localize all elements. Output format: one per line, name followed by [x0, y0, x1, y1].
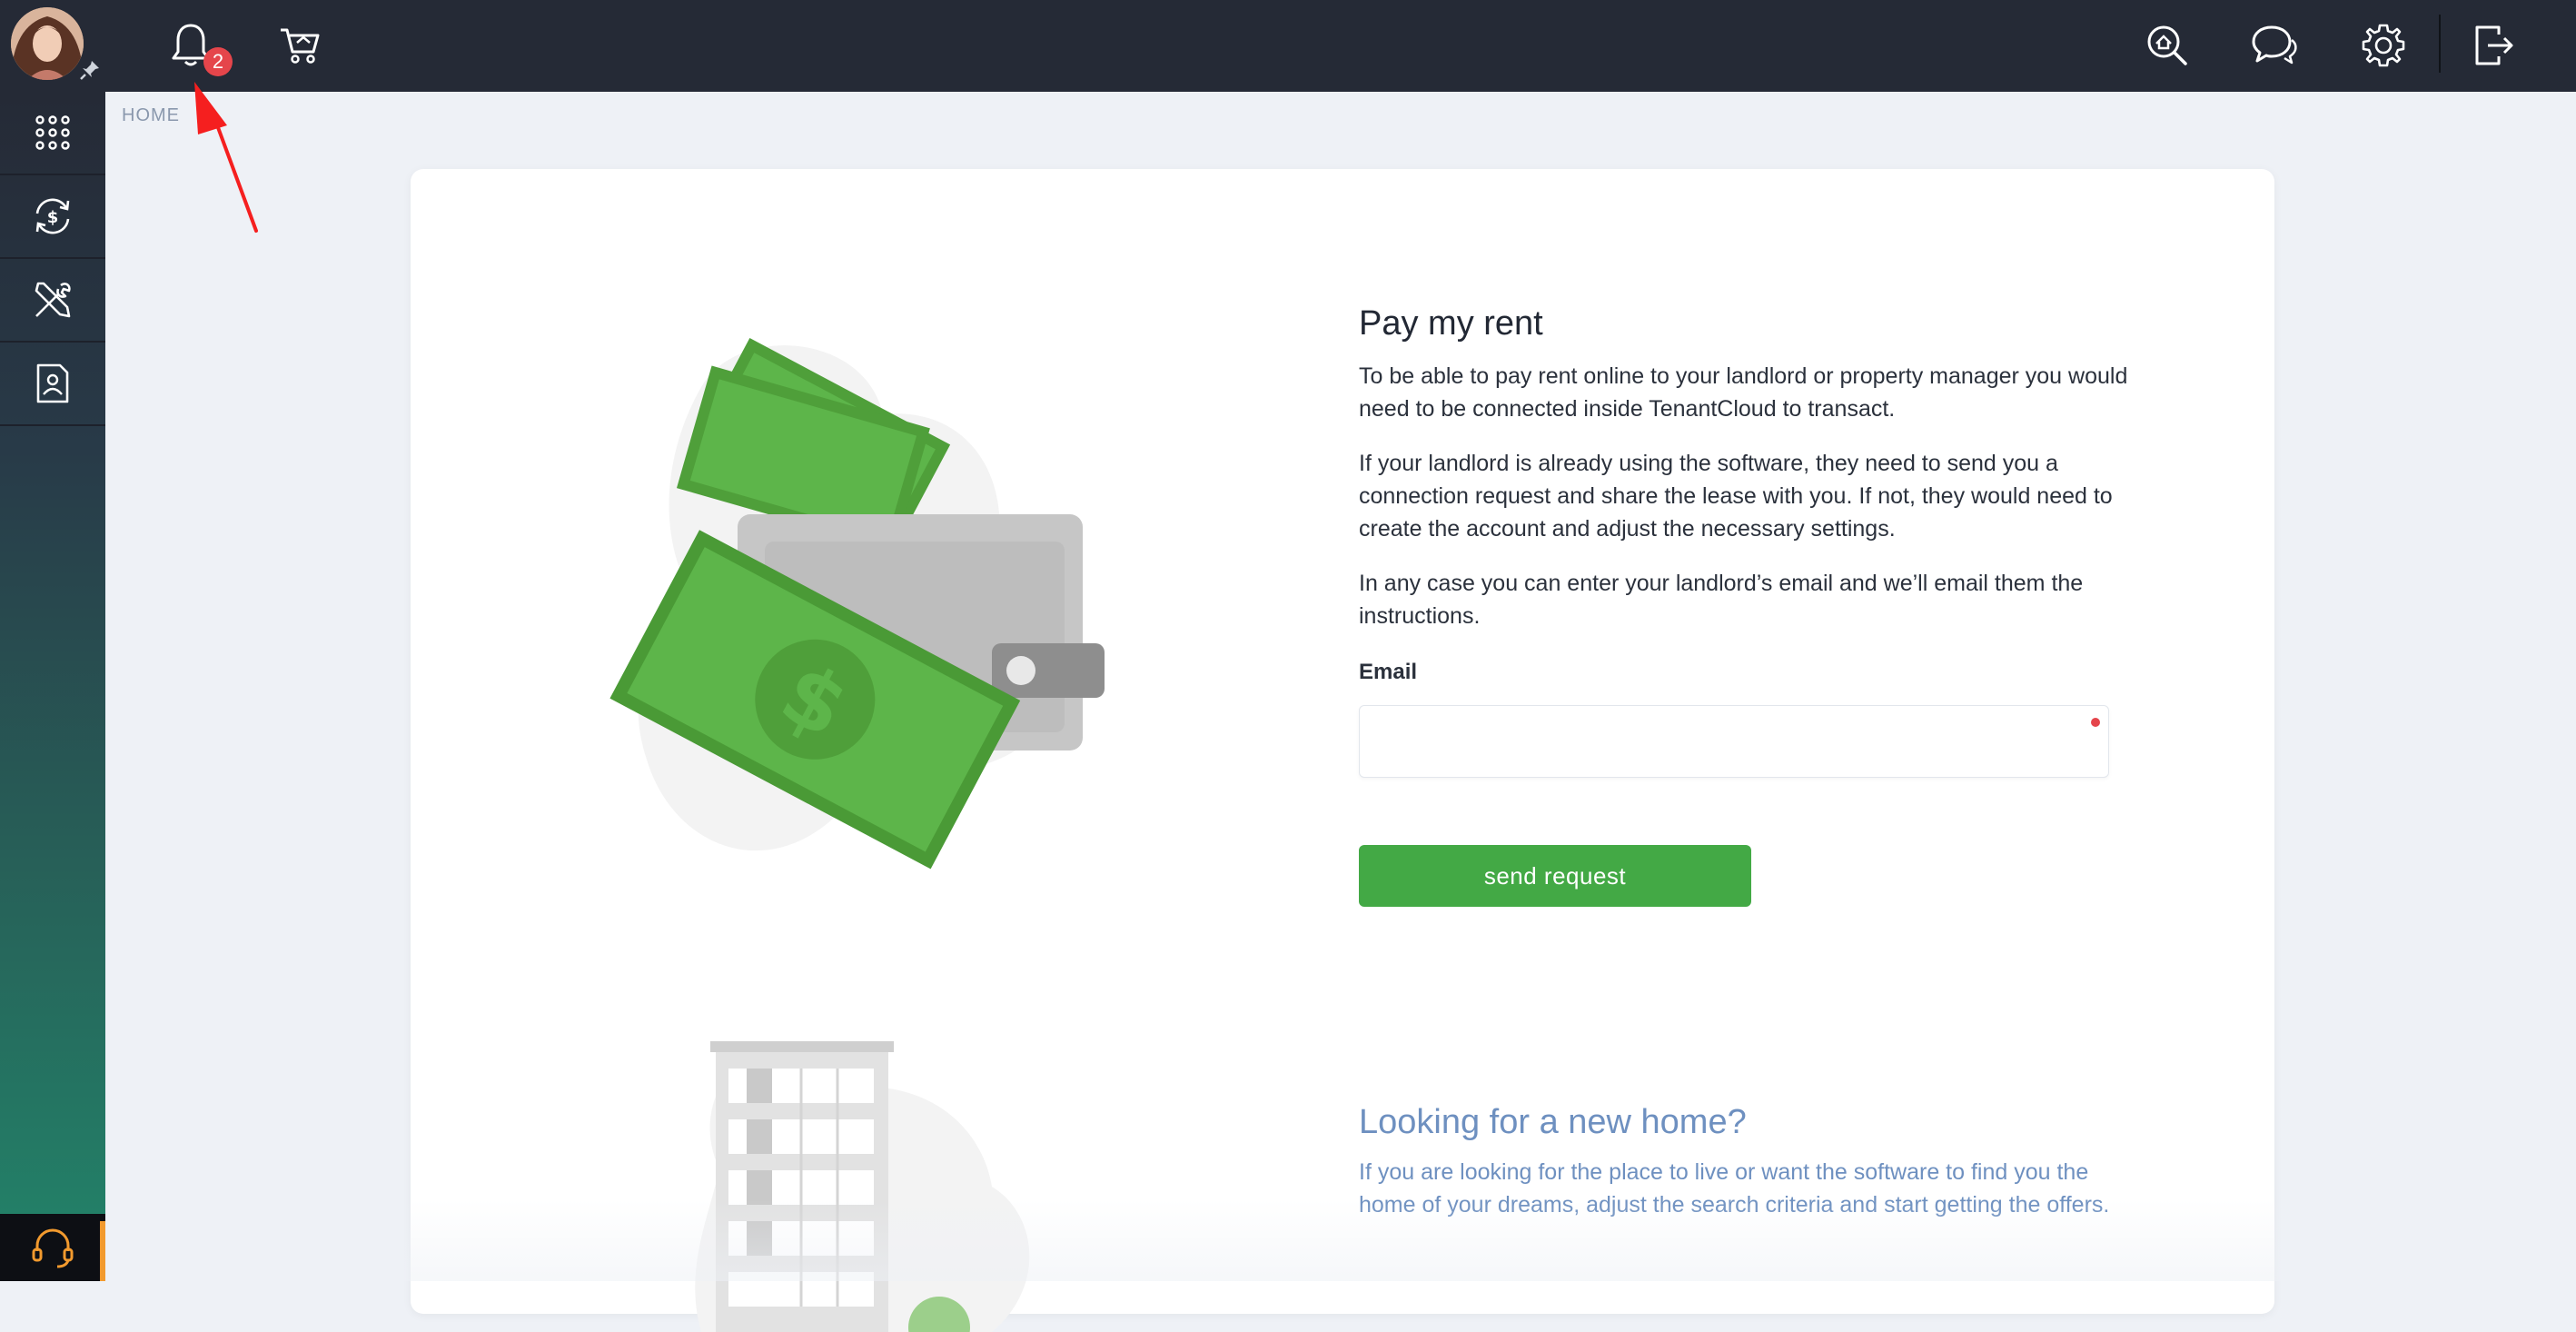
topbar-divider	[2439, 15, 2441, 73]
avatar[interactable]	[11, 7, 84, 80]
money-cycle-icon: $	[35, 198, 70, 234]
pay-rent-title: Pay my rent	[1359, 304, 1543, 343]
top-bar: 2	[0, 0, 2576, 92]
chat-icon[interactable]	[2249, 20, 2300, 71]
cart-icon[interactable]	[274, 20, 325, 71]
building-illustration	[695, 1041, 1030, 1332]
tools-icon	[35, 282, 71, 318]
sidebar: $	[0, 92, 105, 1281]
search-property-icon[interactable]	[2142, 20, 2193, 71]
sidebar-item-documents[interactable]	[0, 343, 105, 426]
annotation-arrow-icon	[194, 82, 258, 233]
pin-icon[interactable]	[78, 58, 102, 85]
sidebar-item-payments[interactable]: $	[0, 175, 105, 259]
logout-icon[interactable]	[2469, 20, 2520, 71]
pay-rent-paragraph-2: If your landlord is already using the so…	[1359, 451, 2113, 542]
pay-rent-paragraph-3: In any case you can enter your landlord’…	[1359, 571, 2084, 629]
breadcrumb-home[interactable]: HOME	[122, 105, 180, 125]
support-button[interactable]	[0, 1214, 105, 1281]
pay-rent-paragraph-1: To be able to pay rent online to your la…	[1359, 363, 2128, 422]
sidebar-item-apps[interactable]	[0, 92, 105, 175]
email-label: Email	[1359, 660, 1418, 684]
support-accent-bar	[100, 1221, 105, 1281]
sidebar-item-maintenance[interactable]	[0, 259, 105, 343]
email-field[interactable]	[1359, 705, 2109, 778]
user-avatar-area[interactable]	[0, 0, 105, 92]
headset-icon	[32, 1228, 74, 1268]
send-request-button[interactable]: send request	[1359, 845, 1751, 907]
tenant-document-icon	[36, 363, 69, 403]
new-home-title[interactable]: Looking for a new home?	[1359, 1103, 1747, 1142]
apps-grid-icon	[35, 115, 70, 150]
breadcrumb: HOME	[122, 105, 180, 126]
required-indicator	[2091, 718, 2100, 727]
gear-icon[interactable]	[2358, 20, 2409, 71]
new-home-text: If you are looking for the place to live…	[1359, 1159, 2110, 1218]
wallet-money-illustration: $	[609, 337, 1105, 870]
svg-text:$: $	[47, 208, 59, 227]
